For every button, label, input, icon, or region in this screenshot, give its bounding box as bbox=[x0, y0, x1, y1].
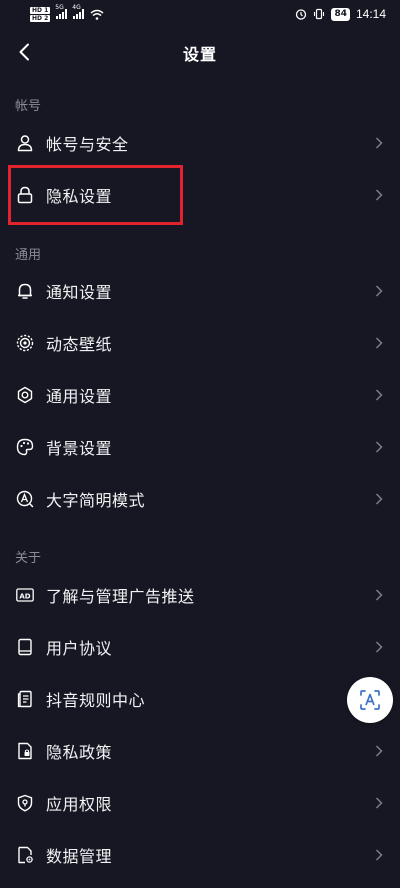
chevron-right-icon bbox=[374, 136, 384, 150]
menu-item-label: 通用设置 bbox=[46, 387, 113, 406]
chevron-right-icon bbox=[374, 848, 384, 862]
wifi-icon bbox=[90, 9, 104, 20]
ad-icon: AD bbox=[16, 586, 34, 604]
menu-item-background-settings[interactable]: 背景设置 bbox=[0, 421, 400, 473]
section-title-about: 关于 bbox=[15, 551, 42, 566]
menu-item-general-settings[interactable]: 通用设置 bbox=[0, 369, 400, 421]
gear-icon bbox=[16, 386, 34, 404]
back-button[interactable] bbox=[10, 38, 38, 66]
menu-item-label: 了解与管理广告推送 bbox=[46, 587, 195, 606]
menu-item-ad-management[interactable]: AD 了解与管理广告推送 bbox=[0, 569, 400, 621]
menu-item-user-agreement[interactable]: 用户协议 bbox=[0, 621, 400, 673]
header: 设置 bbox=[0, 30, 400, 76]
menu-item-label: 背景设置 bbox=[46, 439, 113, 458]
privacy-document-icon bbox=[16, 742, 34, 760]
hd1-badge: HD 1 bbox=[30, 6, 51, 14]
battery-indicator: 84 bbox=[331, 7, 350, 21]
menu-item-account-security[interactable]: 帐号与安全 bbox=[0, 117, 400, 169]
chevron-right-icon bbox=[374, 796, 384, 810]
text-recognition-icon bbox=[360, 690, 380, 710]
bell-icon bbox=[16, 282, 34, 300]
chevron-right-icon bbox=[374, 744, 384, 758]
chevron-right-icon bbox=[374, 284, 384, 298]
chevron-right-icon bbox=[374, 388, 384, 402]
chevron-right-icon bbox=[374, 492, 384, 506]
menu-item-label: 隐私政策 bbox=[46, 743, 113, 762]
signal-icon-1: 5G bbox=[55, 4, 68, 19]
menu-item-label: 隐私设置 bbox=[46, 187, 113, 206]
menu-item-label: 数据管理 bbox=[46, 847, 113, 866]
menu-item-label: 大字简明模式 bbox=[46, 491, 146, 510]
menu-item-app-permissions[interactable]: 应用权限 bbox=[0, 777, 400, 829]
menu-item-label: 用户协议 bbox=[46, 639, 113, 658]
status-time: 14:14 bbox=[355, 7, 386, 21]
status-right: 84 14:14 bbox=[295, 7, 386, 21]
chevron-right-icon bbox=[374, 588, 384, 602]
rules-document-icon bbox=[16, 690, 34, 708]
vibrate-icon bbox=[314, 8, 325, 20]
ad-icon-text: AD bbox=[19, 592, 30, 600]
floating-translate-button[interactable] bbox=[347, 677, 393, 723]
menu-item-live-wallpaper[interactable]: 动态壁纸 bbox=[0, 317, 400, 369]
chevron-right-icon bbox=[374, 640, 384, 654]
chevron-right-icon bbox=[374, 440, 384, 454]
menu-item-label: 动态壁纸 bbox=[46, 335, 113, 354]
large-font-icon bbox=[16, 490, 34, 508]
menu-item-label: 通知设置 bbox=[46, 283, 113, 302]
shield-icon bbox=[16, 794, 34, 812]
menu-item-label: 帐号与安全 bbox=[46, 135, 129, 154]
status-bar: HD 1 HD 2 5G 4G 84 14:14 bbox=[0, 0, 400, 28]
data-file-icon bbox=[16, 846, 34, 864]
menu-item-privacy-settings[interactable]: 隐私设置 bbox=[0, 169, 400, 221]
menu-item-data-management[interactable]: 数据管理 bbox=[0, 829, 400, 881]
page-title: 设置 bbox=[182, 45, 217, 64]
menu-item-label: 应用权限 bbox=[46, 795, 113, 814]
book-icon bbox=[16, 638, 34, 656]
lock-icon bbox=[16, 186, 34, 204]
menu-item-label: 抖音规则中心 bbox=[46, 691, 146, 710]
hd-badges: HD 1 HD 2 bbox=[30, 6, 51, 22]
user-icon bbox=[16, 134, 34, 152]
chevron-right-icon bbox=[374, 336, 384, 350]
menu-item-privacy-policy[interactable]: 隐私政策 bbox=[0, 725, 400, 777]
section-title-general: 通用 bbox=[15, 248, 42, 263]
menu-item-large-font-mode[interactable]: 大字简明模式 bbox=[0, 473, 400, 525]
hd2-badge: HD 2 bbox=[30, 14, 51, 22]
section-title-account: 帐号 bbox=[15, 99, 42, 114]
status-left: HD 1 HD 2 5G 4G bbox=[30, 4, 104, 22]
signal-icon-2: 4G bbox=[72, 4, 85, 19]
alarm-icon bbox=[296, 9, 307, 20]
live-wallpaper-icon bbox=[16, 334, 34, 352]
back-arrow-icon bbox=[19, 43, 29, 61]
menu-item-rules-center[interactable]: 抖音规则中心 bbox=[0, 673, 400, 725]
menu-item-notification-settings[interactable]: 通知设置 bbox=[0, 265, 400, 317]
palette-icon bbox=[16, 438, 34, 456]
chevron-right-icon bbox=[374, 188, 384, 202]
